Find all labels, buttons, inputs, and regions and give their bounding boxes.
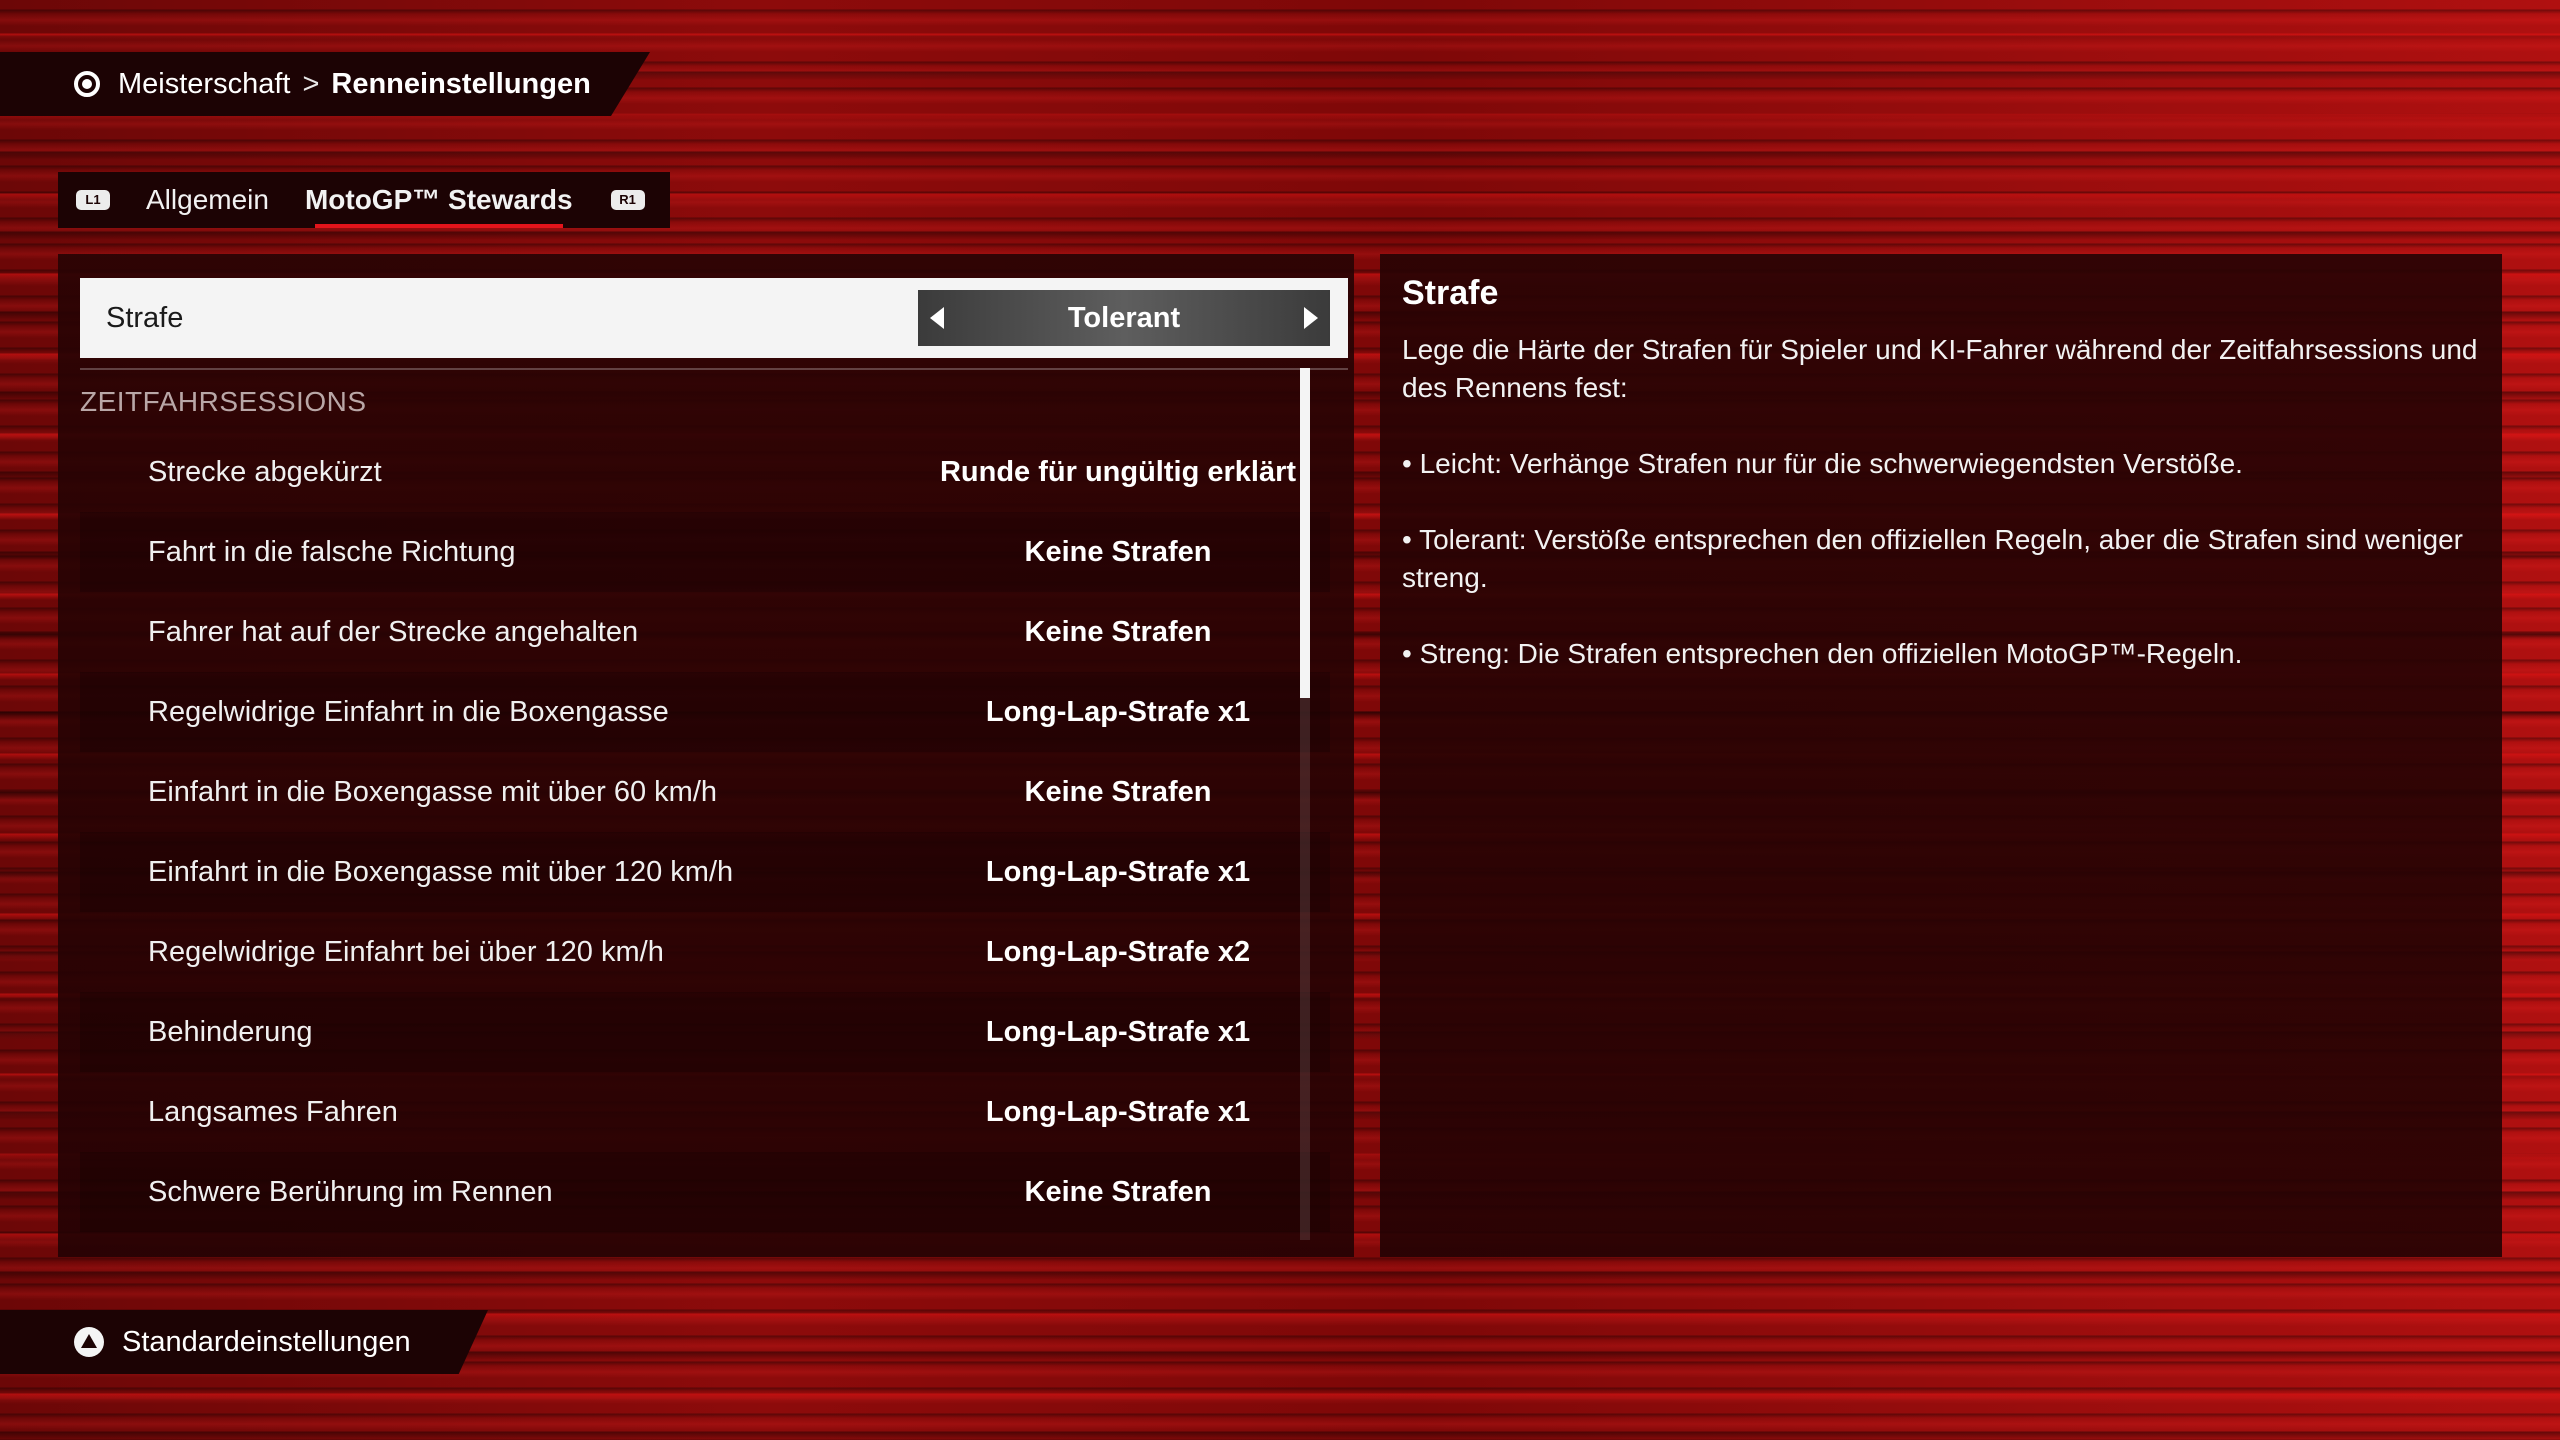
screen: Meisterschaft > Renneinstellungen L1 All… xyxy=(0,0,2560,1440)
circle-button-icon xyxy=(74,71,100,97)
setting-row-value: Long-Lap-Strafe x1 xyxy=(985,1095,1251,1128)
settings-list-panel: Strafe Tolerant ZEITFAHRSESSIONS Strecke… xyxy=(58,254,1354,1257)
description-paragraph: Lege die Härte der Strafen für Spieler u… xyxy=(1402,334,2478,403)
description-bullet-tolerant: • Tolerant: Verstöße entsprechen den off… xyxy=(1402,524,2463,593)
setting-row-label: Schwere Berührung im Rennen xyxy=(148,1175,553,1208)
setting-row-label: Einfahrt in die Boxengasse mit über 120 … xyxy=(148,855,734,888)
tab-allgemein[interactable]: Allgemein xyxy=(146,184,269,216)
setting-row[interactable]: Regelwidrige Einfahrt bei über 120 km/h … xyxy=(80,912,1330,992)
setting-row[interactable]: Einfahrt in die Boxengasse mit über 60 k… xyxy=(80,752,1330,832)
arrow-right-icon[interactable] xyxy=(1304,307,1318,329)
tab-bar: L1 Allgemein MotoGP™ Stewards R1 xyxy=(58,172,670,228)
setting-row-value: Long-Lap-Strafe x1 xyxy=(985,695,1251,728)
setting-row[interactable]: Fahrer hat auf der Strecke angehalten Ke… xyxy=(80,592,1330,672)
description-bullet-leicht: • Leicht: Verhänge Strafen nur für die s… xyxy=(1402,448,2243,479)
section-divider xyxy=(80,368,1348,370)
setting-row-label: Einfahrt in die Boxengasse mit über 60 k… xyxy=(148,775,718,808)
footer-label: Standardeinstellungen xyxy=(122,1325,411,1358)
setting-row-value: Keine Strafen xyxy=(1024,775,1212,808)
tab-motogp-stewards[interactable]: MotoGP™ Stewards xyxy=(305,184,573,228)
setting-row[interactable]: Langsames Fahren Long-Lap-Strafe x1 xyxy=(80,1072,1330,1152)
setting-row-value: Long-Lap-Strafe x1 xyxy=(985,855,1251,888)
triangle-button-icon xyxy=(74,1327,104,1357)
setting-row-strafe[interactable]: Strafe Tolerant xyxy=(80,278,1348,358)
setting-row-value: Keine Strafen xyxy=(1024,1175,1212,1208)
setting-label: Strafe xyxy=(106,301,184,334)
section-header: ZEITFAHRSESSIONS xyxy=(80,386,367,417)
breadcrumb-current: Renneinstellungen xyxy=(331,67,591,100)
setting-row-label: Behinderung xyxy=(148,1015,313,1048)
setting-row-value: Long-Lap-Strafe x1 xyxy=(985,1015,1251,1048)
setting-row-label: Strecke abgekürzt xyxy=(148,455,382,488)
setting-row-label: Fahrt in die falsche Richtung xyxy=(148,535,516,568)
setting-row[interactable]: Strecke abgekürzt Runde für ungültig erk… xyxy=(80,432,1330,512)
setting-row[interactable]: Regelwidrige Einfahrt in die Boxengasse … xyxy=(80,672,1330,752)
arrow-left-icon[interactable] xyxy=(930,307,944,329)
setting-row-value: Long-Lap-Strafe x2 xyxy=(985,935,1251,968)
setting-row[interactable]: Schwere Berührung im Rennen Keine Strafe… xyxy=(80,1152,1330,1232)
selector-value: Tolerant xyxy=(1067,301,1181,334)
setting-row[interactable]: Behinderung Long-Lap-Strafe x1 xyxy=(80,992,1330,1072)
l1-button-icon[interactable]: L1 xyxy=(76,190,110,210)
settings-rows: Strecke abgekürzt Runde für ungültig erk… xyxy=(80,432,1330,1232)
setting-row-value: Keine Strafen xyxy=(1024,615,1212,648)
value-selector[interactable]: Tolerant xyxy=(918,290,1330,346)
setting-row-value: Keine Strafen xyxy=(1024,535,1212,568)
setting-row-label: Langsames Fahren xyxy=(148,1095,398,1128)
r1-button-icon[interactable]: R1 xyxy=(610,190,645,210)
scrollbar-track[interactable] xyxy=(1300,368,1310,1240)
setting-row-value: Runde für ungültig erklärt xyxy=(939,455,1297,488)
description-bullet-streng: • Streng: Die Strafen entsprechen den of… xyxy=(1402,638,2243,669)
breadcrumb-separator: > xyxy=(302,67,320,100)
description-title: Strafe xyxy=(1402,274,1499,312)
breadcrumb: Meisterschaft > Renneinstellungen xyxy=(0,52,650,116)
setting-row-label: Fahrer hat auf der Strecke angehalten xyxy=(148,615,639,648)
description-panel: Strafe Lege die Härte der Strafen für Sp… xyxy=(1380,254,2502,1257)
setting-row-label: Regelwidrige Einfahrt bei über 120 km/h xyxy=(148,935,664,968)
setting-row[interactable]: Einfahrt in die Boxengasse mit über 120 … xyxy=(80,832,1330,912)
setting-row-label: Regelwidrige Einfahrt in die Boxengasse xyxy=(148,695,669,728)
breadcrumb-parent[interactable]: Meisterschaft xyxy=(118,68,290,101)
scrollbar-thumb[interactable] xyxy=(1300,368,1310,698)
footer-default-settings[interactable]: Standardeinstellungen xyxy=(0,1310,488,1374)
setting-row[interactable]: Fahrt in die falsche Richtung Keine Stra… xyxy=(80,512,1330,592)
